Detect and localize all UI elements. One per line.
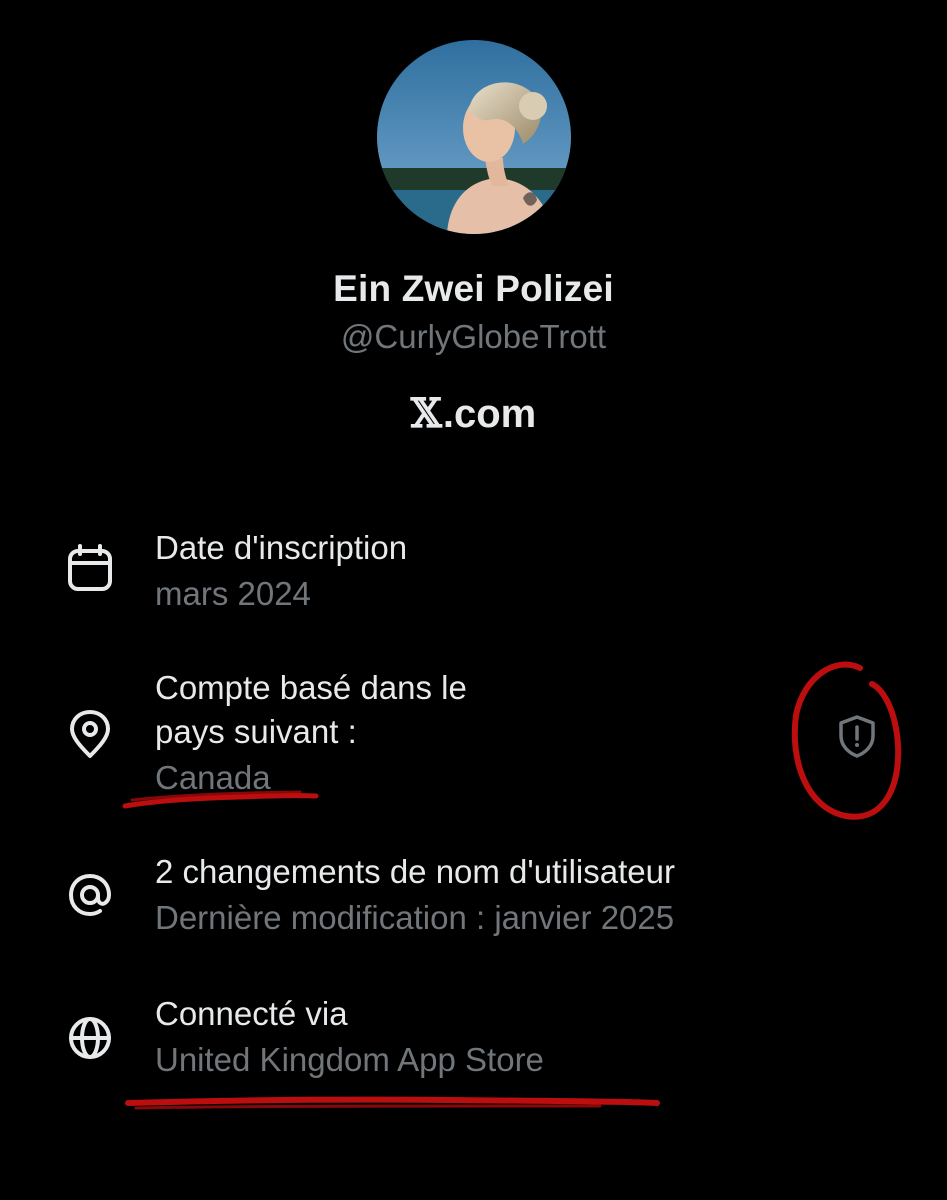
connected-via-value: United Kingdom App Store <box>155 1041 544 1078</box>
account-country-title-line2: pays suivant : <box>155 713 357 750</box>
display-name: Ein Zwei Polizei <box>333 268 614 309</box>
app-store-underline-mark <box>125 1096 660 1106</box>
location-pin-icon <box>62 706 118 762</box>
brand-domain: .com <box>442 392 537 436</box>
account-country-value: Canada <box>155 759 271 796</box>
connected-via-row: Connecté via United Kingdom App Store <box>155 992 797 1084</box>
x-com-label: 𝕏.com <box>0 390 947 437</box>
join-date-row: Date d'inscription mars 2024 <box>155 526 797 618</box>
profile-avatar[interactable] <box>377 40 571 234</box>
globe-icon <box>62 1010 118 1066</box>
join-date-value: mars 2024 <box>155 575 311 612</box>
shield-alert-icon[interactable] <box>834 713 880 759</box>
connected-via-title: Connecté via <box>155 995 348 1032</box>
at-icon <box>62 867 118 923</box>
join-date-title: Date d'inscription <box>155 529 408 566</box>
username-changes-title: 2 changements de nom d'utilisateur <box>155 853 675 890</box>
x-logo-icon: 𝕏 <box>410 390 442 437</box>
account-country-row: Compte basé dans le pays suivant : Canad… <box>155 666 797 802</box>
calendar-icon <box>62 541 118 597</box>
app-store-underline-mark-2 <box>134 1104 602 1110</box>
account-country-title-line1: Compte basé dans le <box>155 669 467 706</box>
username-changes-row: 2 changements de nom d'utilisateur Derni… <box>155 850 797 942</box>
username-changes-value: Dernière modification : janvier 2025 <box>155 899 675 936</box>
username-handle: @CurlyGlobeTrott <box>340 318 607 355</box>
